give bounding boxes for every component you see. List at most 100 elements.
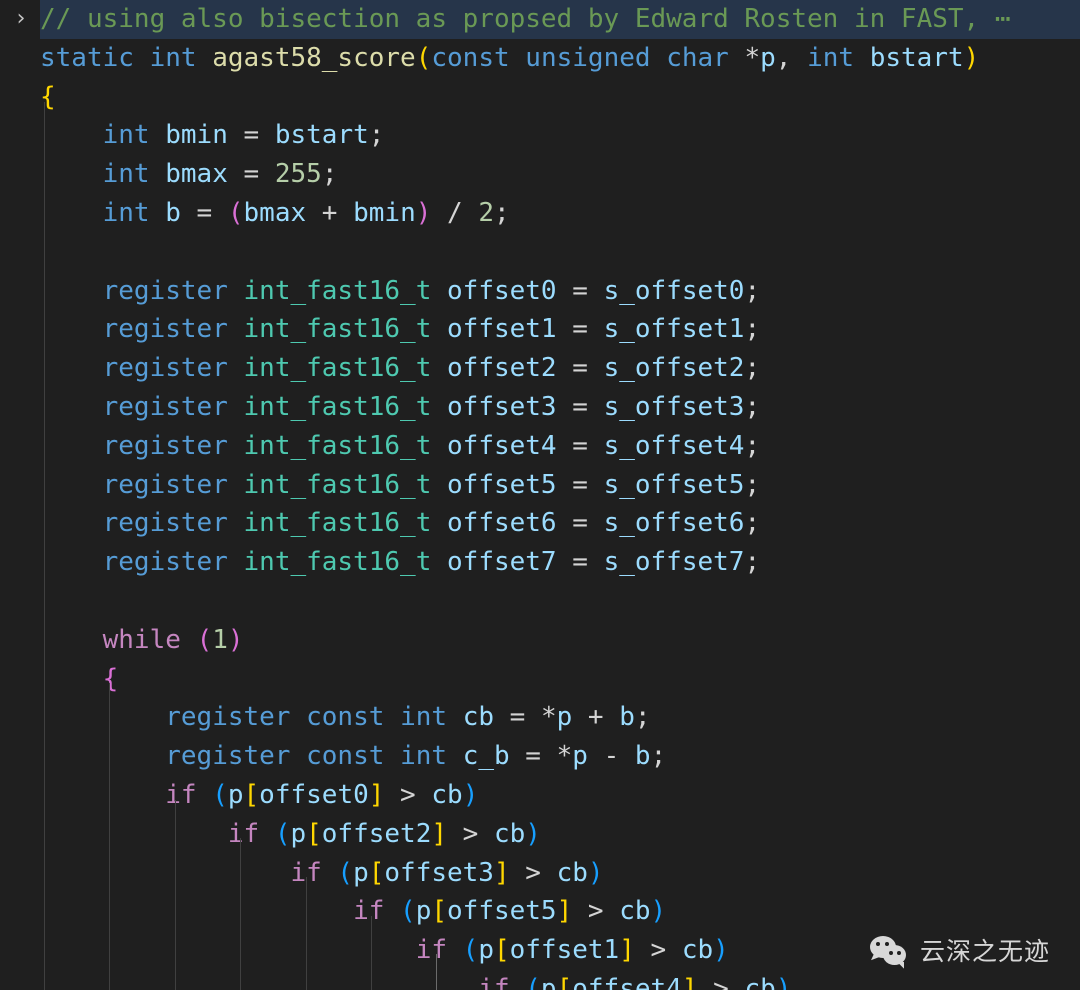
code-line[interactable]: register const int c_b = *p - b; xyxy=(0,737,1080,776)
token: > xyxy=(634,935,682,966)
token: ; xyxy=(368,120,385,151)
token: = xyxy=(227,159,275,190)
token: ( xyxy=(274,818,291,849)
token: s_offset1 xyxy=(603,314,745,345)
token: ( xyxy=(525,974,541,990)
code-line-text: register int_fast16_t offset4 = s_offset… xyxy=(40,427,760,466)
token: b xyxy=(634,741,651,772)
token: bmin xyxy=(353,198,416,228)
token: ; xyxy=(744,392,761,422)
code-line[interactable]: register int_fast16_t offset7 = s_offset… xyxy=(0,543,1080,582)
token: > xyxy=(384,780,432,810)
code-line-text: if (p[offset1] > cb) xyxy=(40,931,729,970)
token: bstart xyxy=(274,120,369,151)
token: register xyxy=(165,741,291,772)
token: static xyxy=(40,42,134,73)
token: if xyxy=(165,780,197,810)
code-line-text: while (1) xyxy=(40,621,244,660)
code-line[interactable]: register int_fast16_t offset6 = s_offset… xyxy=(0,504,1080,543)
token: s_offset6 xyxy=(603,508,745,539)
code-editor[interactable]: // using also bisection as propsed by Ed… xyxy=(0,0,1080,990)
code-line[interactable]: while (1) xyxy=(0,621,1080,660)
token: p xyxy=(227,780,244,810)
code-line[interactable]: if (p[offset0] > cb) xyxy=(0,776,1080,815)
token: bstart xyxy=(869,42,964,73)
token: if xyxy=(227,818,260,849)
code-line[interactable]: int bmin = bstart; xyxy=(0,116,1080,155)
token: offset3 xyxy=(384,857,494,888)
code-line[interactable]: register int_fast16_t offset3 = s_offset… xyxy=(0,388,1080,427)
token: p xyxy=(556,702,573,733)
token: register xyxy=(102,430,228,461)
token: ] xyxy=(368,780,385,810)
code-line[interactable]: register int_fast16_t offset4 = s_offset… xyxy=(0,427,1080,466)
token: = xyxy=(509,741,557,772)
code-line[interactable]: int b = (bmax + bmin) / 2; xyxy=(0,194,1080,233)
code-line[interactable] xyxy=(0,233,1080,272)
code-line[interactable]: // using also bisection as propsed by Ed… xyxy=(0,0,1080,39)
code-line[interactable]: { xyxy=(0,78,1080,117)
code-line[interactable]: register const int cb = *p + b; xyxy=(0,698,1080,737)
token: s_offset3 xyxy=(603,392,745,422)
code-line[interactable]: register int_fast16_t offset1 = s_offset… xyxy=(0,310,1080,349)
editor-gutter[interactable]: › xyxy=(0,0,40,990)
token: / xyxy=(431,198,479,228)
token: ( xyxy=(462,935,479,966)
code-line[interactable] xyxy=(0,582,1080,621)
code-line[interactable]: static int agast58_score(const unsigned … xyxy=(0,38,1080,78)
code-line[interactable]: register int_fast16_t offset5 = s_offset… xyxy=(0,466,1080,505)
indent-guide xyxy=(436,954,437,990)
code-line[interactable]: if (p[offset2] > cb) xyxy=(0,815,1080,854)
code-line[interactable]: if (p[offset5] > cb) xyxy=(0,892,1080,931)
token: int_fast16_t xyxy=(243,275,432,306)
token: cb xyxy=(493,818,526,849)
token: unsigned xyxy=(525,42,651,73)
token: if xyxy=(415,935,447,966)
code-line[interactable]: if (p[offset3] > cb) xyxy=(0,854,1080,893)
token: ] xyxy=(431,818,448,849)
token: offset5 xyxy=(447,896,557,927)
token: - xyxy=(587,741,635,772)
token: bmax xyxy=(243,198,307,228)
token: ; xyxy=(744,547,761,578)
code-content[interactable]: // using also bisection as propsed by Ed… xyxy=(0,0,1080,990)
code-line[interactable]: register int_fast16_t offset2 = s_offset… xyxy=(0,349,1080,388)
token: cb xyxy=(431,780,463,810)
token: p xyxy=(760,42,776,73)
token: register xyxy=(102,508,228,539)
chevron-right-icon[interactable]: › xyxy=(10,0,32,39)
token: 255 xyxy=(274,159,322,190)
token: + xyxy=(306,198,354,228)
token: c_b xyxy=(462,741,510,772)
code-line-text: { xyxy=(40,78,56,117)
token: register xyxy=(165,702,291,733)
code-line-text: // using also bisection as propsed by Ed… xyxy=(40,0,1011,39)
token: ( xyxy=(337,857,354,888)
indent-guide xyxy=(240,838,241,990)
code-line[interactable]: int bmax = 255; xyxy=(0,155,1080,194)
token: > xyxy=(697,974,745,990)
token: ; xyxy=(634,702,651,733)
code-line[interactable]: if (p[offset4] > cb) xyxy=(0,970,1080,990)
code-line[interactable]: { xyxy=(0,660,1080,699)
token: = xyxy=(556,469,604,500)
code-line[interactable]: register int_fast16_t offset0 = s_offset… xyxy=(0,272,1080,311)
token: int_fast16_t xyxy=(243,353,432,384)
